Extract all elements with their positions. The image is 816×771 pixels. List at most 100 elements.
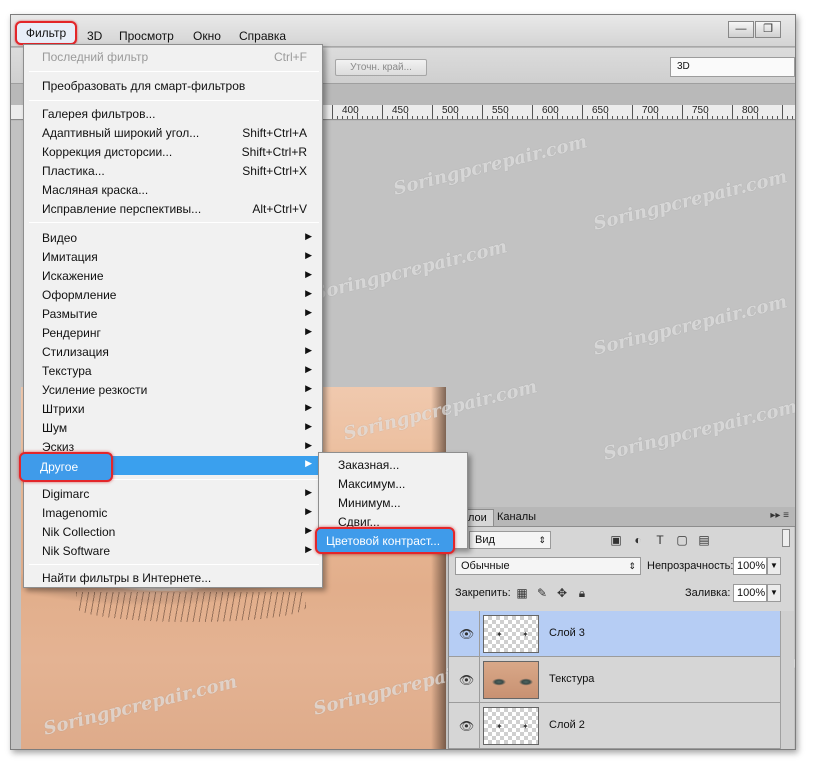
blend-mode-value: Обычные [461,560,510,572]
ruler-tick [342,116,343,119]
type-filter-icon[interactable]: T [653,533,667,547]
ruler-tick [357,113,358,119]
shape-filter-icon[interactable]: ▢ [675,533,689,547]
layer-thumbnail: ✦ ✦ [483,707,539,745]
refine-edge-button[interactable]: Уточн. край... [335,59,427,76]
panel-menu-icon[interactable]: ▸▸ ≡ [770,510,789,521]
submenu-arrow-icon: ▶ [305,421,312,431]
menu-item-shortcut: Shift+Ctrl+A [242,126,307,140]
fill-dropdown[interactable]: ▼ [767,584,781,602]
layer-divider [479,703,480,749]
eye-icon[interactable]: 👁︎ [459,627,474,641]
thumb-mark: ✦ [496,722,503,731]
ruler-tick [722,116,723,119]
ruler-tick [772,116,773,119]
ruler-tick [552,116,553,119]
submenu-item-high-pass[interactable]: Цветовой контраст... [315,527,455,554]
submenu-arrow-icon: ▶ [305,487,312,497]
eye-icon[interactable]: 👁︎ [459,719,474,733]
menu-view[interactable]: Просмотр [119,29,174,43]
menu-item-browse-online[interactable]: Найти фильтры в Интернете... [25,569,321,588]
menu-item-texture[interactable]: Текстура ▶ [25,362,321,381]
menu-filter[interactable]: Фильтр [15,21,77,45]
tab-channels[interactable]: Каналы [491,509,542,526]
ruler-tick [582,105,583,119]
layer-row[interactable]: 👁︎ Текстура [449,657,781,703]
menu-item-shortcut: Alt+Ctrl+V [252,202,307,216]
ruler-tick [542,116,543,119]
menu-3d[interactable]: 3D [87,29,102,43]
submenu-arrow-icon: ▶ [305,345,312,355]
menu-separator [29,100,319,101]
layers-scrollbar[interactable] [780,611,794,749]
menu-bar: Фильтр 3D Просмотр Окно Справка — ❐ [11,15,795,47]
lock-position-icon[interactable]: ✥ [555,586,569,600]
submenu-item-maximum[interactable]: Максимум... [338,477,405,491]
submenu-item-custom[interactable]: Заказная... [338,458,399,472]
submenu-arrow-icon: ▶ [305,440,312,450]
opacity-input[interactable]: 100% [733,557,767,575]
menu-item-label: Штрихи [42,402,85,416]
menu-item-digimarc[interactable]: Digimarc ▶ [25,485,321,504]
ruler-tick [607,113,608,119]
menu-help[interactable]: Справка [239,29,286,43]
menu-item-smart-filters[interactable]: Преобразовать для смарт-фильтров [25,77,321,96]
menu-separator [29,564,319,565]
menu-item-other[interactable]: Другое [19,452,113,482]
menu-item-blur[interactable]: Размытие ▶ [25,305,321,324]
menu-item-render[interactable]: Рендеринг ▶ [25,324,321,343]
menu-item-label: Nik Software [42,544,111,558]
workspace-select[interactable]: 3D [670,57,795,77]
ruler-tick [672,116,673,119]
menu-item-nik-collection[interactable]: Nik Collection ▶ [25,523,321,542]
opacity-dropdown[interactable]: ▼ [767,557,781,575]
ruler-tick [527,116,528,119]
blend-mode-select[interactable]: Обычные ⇕ [455,557,641,575]
menu-window[interactable]: Окно [193,29,221,43]
image-filter-icon[interactable]: ▣ [609,533,623,547]
menu-item-sharpen[interactable]: Усиление резкости ▶ [25,381,321,400]
lock-all-icon[interactable]: 🔒︎ [575,586,589,600]
layer-row[interactable]: 👁︎ ✦ ✦ Слой 3 [449,611,781,657]
layer-kind-filter[interactable]: Вид ⇕ [469,531,551,549]
menu-item-imagenomic[interactable]: Imagenomic ▶ [25,504,321,523]
layer-name: Текстура [549,673,595,685]
ruler-tick [347,116,348,119]
menu-item-nik-software[interactable]: Nik Software ▶ [25,542,321,561]
layer-row[interactable]: 👁︎ ✦ ✦ Слой 2 [449,703,781,749]
menu-item-oil-paint[interactable]: Масляная краска... [25,181,321,200]
menu-item-artistic[interactable]: Имитация ▶ [25,248,321,267]
smart-object-filter-icon[interactable]: ▤ [697,533,711,547]
menu-item-stylize[interactable]: Стилизация ▶ [25,343,321,362]
menu-item-video[interactable]: Видео ▶ [25,229,321,248]
menu-item-noise[interactable]: Шум ▶ [25,419,321,438]
layer-name: Слой 3 [549,627,585,639]
minimize-icon[interactable]: — [728,21,754,38]
ruler-tick [352,116,353,119]
lock-pixels-icon[interactable]: ✎ [535,586,549,600]
menu-item-adaptive-wide-angle[interactable]: Адаптивный широкий угол... Shift+Ctrl+A [25,124,321,143]
menu-item-vanishing-point[interactable]: Исправление перспективы... Alt+Ctrl+V [25,200,321,219]
submenu-arrow-icon: ▶ [305,250,312,260]
ruler-tick [787,116,788,119]
menu-item-label: Преобразовать для смарт-фильтров [42,79,246,93]
menu-item-pixelate[interactable]: Оформление ▶ [25,286,321,305]
restore-icon[interactable]: ❐ [755,21,781,38]
menu-item-distort[interactable]: Искажение ▶ [25,267,321,286]
lock-transparency-icon[interactable]: ▦ [515,586,529,600]
adjustment-filter-icon[interactable]: ◐ [631,533,645,547]
submenu-item-minimum[interactable]: Минимум... [338,496,401,510]
menu-item-brush-strokes[interactable]: Штрихи ▶ [25,400,321,419]
menu-item-last-filter[interactable]: Последний фильтр Ctrl+F [25,48,321,67]
menu-item-liquify[interactable]: Пластика... Shift+Ctrl+X [25,162,321,181]
eye-icon[interactable]: 👁︎ [459,673,474,687]
ruler-tick [512,116,513,119]
menu-item-label: Видео [42,231,78,245]
filter-toggle[interactable] [782,529,790,547]
ruler-tick [692,116,693,119]
menu-item-label: Imagenomic [42,506,108,520]
menu-item-filter-gallery[interactable]: Галерея фильтров... [25,105,321,124]
menu-item-lens-correction[interactable]: Коррекция дисторсии... Shift+Ctrl+R [25,143,321,162]
fill-input[interactable]: 100% [733,584,767,602]
menu-item-label: Пластика... [42,164,105,178]
